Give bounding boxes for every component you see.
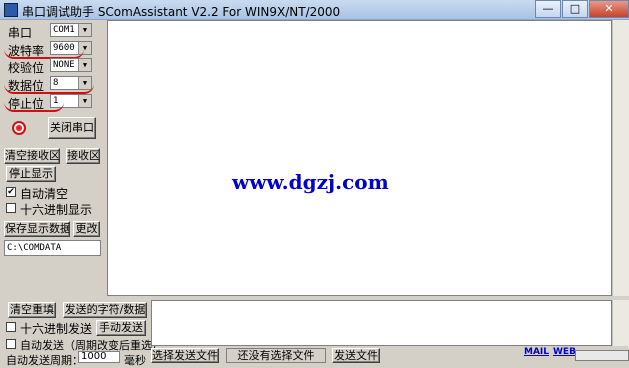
- close-button[interactable]: ✕: [589, 0, 629, 18]
- port-value: COM1: [53, 25, 75, 35]
- auto-send-checkbox[interactable]: [6, 339, 16, 349]
- manual-send-button[interactable]: 手动发送: [96, 320, 146, 336]
- port-select[interactable]: COM1 ▼: [50, 23, 92, 37]
- auto-clear-checkbox[interactable]: ✔: [6, 187, 16, 197]
- annotation-underline: [4, 100, 64, 112]
- chevron-down-icon: ▼: [78, 59, 91, 71]
- minimize-button[interactable]: —: [535, 0, 561, 18]
- change-path-button[interactable]: 更改: [73, 221, 100, 237]
- send-area-button[interactable]: 发送的字符/数据: [63, 302, 147, 318]
- auto-clear-label: 自动清空: [20, 187, 69, 201]
- ms-label: 毫秒: [124, 354, 146, 367]
- receive-scrollbar[interactable]: [612, 20, 629, 296]
- send-textarea[interactable]: [151, 300, 612, 346]
- chevron-down-icon: ▼: [78, 24, 91, 36]
- parity-value: NONE: [53, 60, 75, 70]
- window-title: 串口调试助手 SComAssistant V2.2 For WIN9X/NT/2…: [22, 5, 341, 19]
- chevron-down-icon: ▼: [78, 95, 91, 107]
- red-indicator-icon: [12, 121, 26, 135]
- period-label: 自动发送周期：: [6, 354, 83, 367]
- web-link[interactable]: WEB: [553, 347, 576, 357]
- close-port-button[interactable]: 关闭串口: [48, 117, 96, 139]
- hex-display-checkbox[interactable]: [6, 203, 16, 213]
- clear-resend-button[interactable]: 清空重填: [8, 302, 56, 318]
- parity-label: 校验位: [8, 61, 45, 75]
- app-icon: [4, 3, 18, 17]
- hex-send-label: 十六进制发送: [20, 322, 93, 336]
- maximize-button[interactable]: □: [562, 0, 588, 18]
- period-input[interactable]: 1000: [78, 351, 120, 363]
- port-label: 串口: [8, 26, 33, 40]
- parity-select[interactable]: NONE ▼: [50, 58, 92, 72]
- save-path-field[interactable]: C:\COMDATA: [4, 240, 101, 256]
- status-panel: [575, 350, 629, 361]
- mail-link[interactable]: MAIL: [524, 347, 549, 357]
- hex-display-label: 十六进制显示: [20, 203, 93, 217]
- send-scrollbar[interactable]: [612, 300, 629, 346]
- annotation-underline: [4, 82, 94, 94]
- rx-area-button[interactable]: 接收区: [66, 148, 100, 164]
- stop-display-button[interactable]: 停止显示: [6, 166, 56, 182]
- save-data-button[interactable]: 保存显示数据: [4, 221, 70, 237]
- receive-text: www.dgzj.com: [232, 170, 389, 194]
- receive-area[interactable]: [107, 20, 612, 296]
- hex-send-checkbox[interactable]: [6, 322, 16, 332]
- clear-rx-button[interactable]: 清空接收区: [4, 148, 60, 164]
